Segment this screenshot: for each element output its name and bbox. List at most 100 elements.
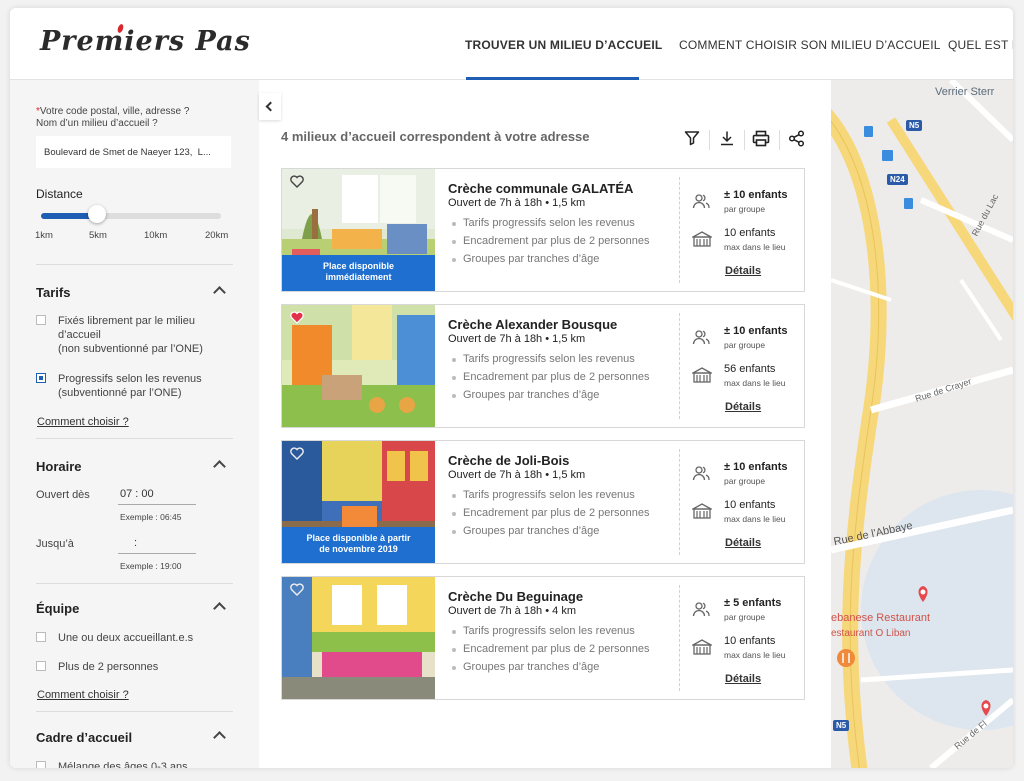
team-option-small[interactable]: Une ou deux accueillant.e.s <box>36 631 236 645</box>
open-until-label: Jusqu’à <box>36 538 74 550</box>
group-people-icon <box>692 602 710 617</box>
distance-label: Distance <box>36 187 83 201</box>
map-poi-label[interactable]: estaurant O Liban <box>831 628 911 639</box>
childcare-name[interactable]: Crèche de Joli-Bois <box>448 453 569 468</box>
divider <box>36 711 233 712</box>
group-size: ± 10 enfants <box>724 189 788 201</box>
feature-item: Groupes par tranches d’âge <box>452 389 599 401</box>
road-shield: N24 <box>887 174 908 185</box>
childcare-hours-distance: Ouvert de 7h à 18h • 4 km <box>448 605 576 617</box>
childcare-card[interactable]: Place disponible à partir de novembre 201… <box>281 440 805 564</box>
collapse-sidebar-button[interactable] <box>259 93 281 120</box>
chevron-up-icon[interactable] <box>213 460 226 473</box>
toolbar-separator <box>744 130 745 150</box>
feature-item: Encadrement par plus de 2 personnes <box>452 371 650 383</box>
distance-tick: 20km <box>205 230 229 241</box>
feature-item: Encadrement par plus de 2 personnes <box>452 507 650 519</box>
divider <box>36 438 233 439</box>
childcare-name[interactable]: Crèche Du Beguinage <box>448 589 583 604</box>
childcare-hours-distance: Ouvert de 7h à 18h • 1,5 km <box>448 469 586 481</box>
capacity: 10 enfants <box>724 499 776 511</box>
feature-item: Tarifs progressifs selon les revenus <box>452 489 635 501</box>
filter-icon[interactable] <box>684 130 700 146</box>
map-canvas[interactable] <box>831 80 1013 768</box>
feature-item: Groupes par tranches d’âge <box>452 253 599 265</box>
app-frame: Premiers Pas TROUVER UN MILIEU D’ACCUEIL… <box>10 8 1013 768</box>
childcare-photo <box>282 305 435 427</box>
logo[interactable]: Premiers Pas <box>40 23 251 57</box>
tarif-option-fixed[interactable]: Fixés librement par le milieu d’accueil … <box>36 314 236 356</box>
open-from-hint: Exemple : 06:45 <box>120 512 182 522</box>
map[interactable]: Verrier Sterr Rue du Lac Rue de Crayer R… <box>831 80 1013 768</box>
card-separator <box>679 313 680 419</box>
cadre-title[interactable]: Cadre d’accueil <box>36 730 132 745</box>
childcare-card[interactable]: Crèche Alexander Bousque Ouvert de 7h à … <box>281 304 805 428</box>
tarif-option-progressive[interactable]: Progressifs selon les revenus (subventio… <box>36 372 236 400</box>
tarifs-help-link[interactable]: Comment choisir ? <box>37 416 129 428</box>
map-poi-label[interactable]: ebanese Restaurant <box>831 612 930 624</box>
details-link[interactable]: Détails <box>725 673 761 685</box>
chevron-up-icon[interactable] <box>213 602 226 615</box>
horaire-title[interactable]: Horaire <box>36 459 82 474</box>
details-link[interactable]: Détails <box>725 537 761 549</box>
childcare-name[interactable]: Crèche communale GALATÉA <box>448 181 633 196</box>
checkbox[interactable] <box>36 632 46 642</box>
distance-slider-handle[interactable] <box>88 205 106 223</box>
checkbox-checked[interactable] <box>36 373 46 383</box>
capacity-label: max dans le lieu <box>724 650 786 660</box>
childcare-card[interactable]: Crèche Du Beguinage Ouvert de 7h à 18h •… <box>281 576 805 700</box>
distance-slider-track[interactable] <box>41 213 221 219</box>
filter-sidebar: *Votre code postal, ville, adresse ? Nom… <box>10 80 259 768</box>
group-size-label: par groupe <box>724 340 766 350</box>
nav-how-to-choose[interactable]: COMMENT CHOISIR SON MILIEU D’ACCUEIL <box>679 38 941 52</box>
cadre-option-mixed-ages[interactable]: Mélange des âges 0-3 ans <box>36 760 236 768</box>
road-shield: N5 <box>833 720 850 731</box>
toolbar-separator <box>779 130 780 150</box>
checkbox[interactable] <box>36 661 46 671</box>
open-from-label: Ouvert dès <box>36 489 90 501</box>
equipe-title[interactable]: Équipe <box>36 601 79 616</box>
divider <box>36 264 233 265</box>
checkbox[interactable] <box>36 761 46 768</box>
group-people-icon <box>692 330 710 345</box>
tarifs-title[interactable]: Tarifs <box>36 285 70 300</box>
details-link[interactable]: Détails <box>725 401 761 413</box>
favorite-heart-icon[interactable] <box>290 175 304 188</box>
toolbar-separator <box>709 130 710 150</box>
chevron-up-icon[interactable] <box>213 286 226 299</box>
search-label: *Votre code postal, ville, adresse ? Nom… <box>36 106 190 129</box>
distance-tick: 1km <box>35 230 53 241</box>
favorite-heart-icon[interactable] <box>290 311 304 324</box>
favorite-heart-icon[interactable] <box>290 583 304 596</box>
childcare-card[interactable]: Place disponible immédiatement Crèche com… <box>281 168 805 292</box>
card-separator <box>679 585 680 691</box>
equipe-help-link[interactable]: Comment choisir ? <box>37 689 129 701</box>
childcare-name[interactable]: Crèche Alexander Bousque <box>448 317 617 332</box>
address-input[interactable] <box>36 136 231 168</box>
distance-tick: 10km <box>144 230 168 241</box>
results-panel: 4 milieux d’accueil correspondent à votr… <box>259 80 831 768</box>
distance-tick: 5km <box>89 230 107 241</box>
results-count: 4 milieux d’accueil correspondent à votr… <box>281 129 590 144</box>
card-separator <box>679 177 680 283</box>
details-link[interactable]: Détails <box>725 265 761 277</box>
nav-active-indicator <box>466 77 639 80</box>
divider <box>36 583 233 584</box>
road-shield: N5 <box>906 120 923 131</box>
share-icon[interactable] <box>788 130 805 147</box>
group-size-label: par groupe <box>724 476 766 486</box>
open-until-input[interactable]: : <box>118 537 196 554</box>
favorite-heart-icon[interactable] <box>290 447 304 460</box>
feature-item: Tarifs progressifs selon les revenus <box>452 353 635 365</box>
nav-quel-est[interactable]: QUEL EST L <box>948 38 1013 52</box>
chevron-up-icon[interactable] <box>213 731 226 744</box>
feature-item: Groupes par tranches d’âge <box>452 525 599 537</box>
print-icon[interactable] <box>752 130 770 147</box>
childcare-photo: Place disponible à partir de novembre 201… <box>282 441 435 563</box>
open-from-input[interactable]: 07 : 00 <box>118 488 196 505</box>
download-icon[interactable] <box>719 130 735 146</box>
team-option-large[interactable]: Plus de 2 personnes <box>36 660 236 674</box>
checkbox[interactable] <box>36 315 46 325</box>
group-size: ± 10 enfants <box>724 325 788 337</box>
nav-find-childcare[interactable]: TROUVER UN MILIEU D’ACCUEIL <box>465 38 662 52</box>
